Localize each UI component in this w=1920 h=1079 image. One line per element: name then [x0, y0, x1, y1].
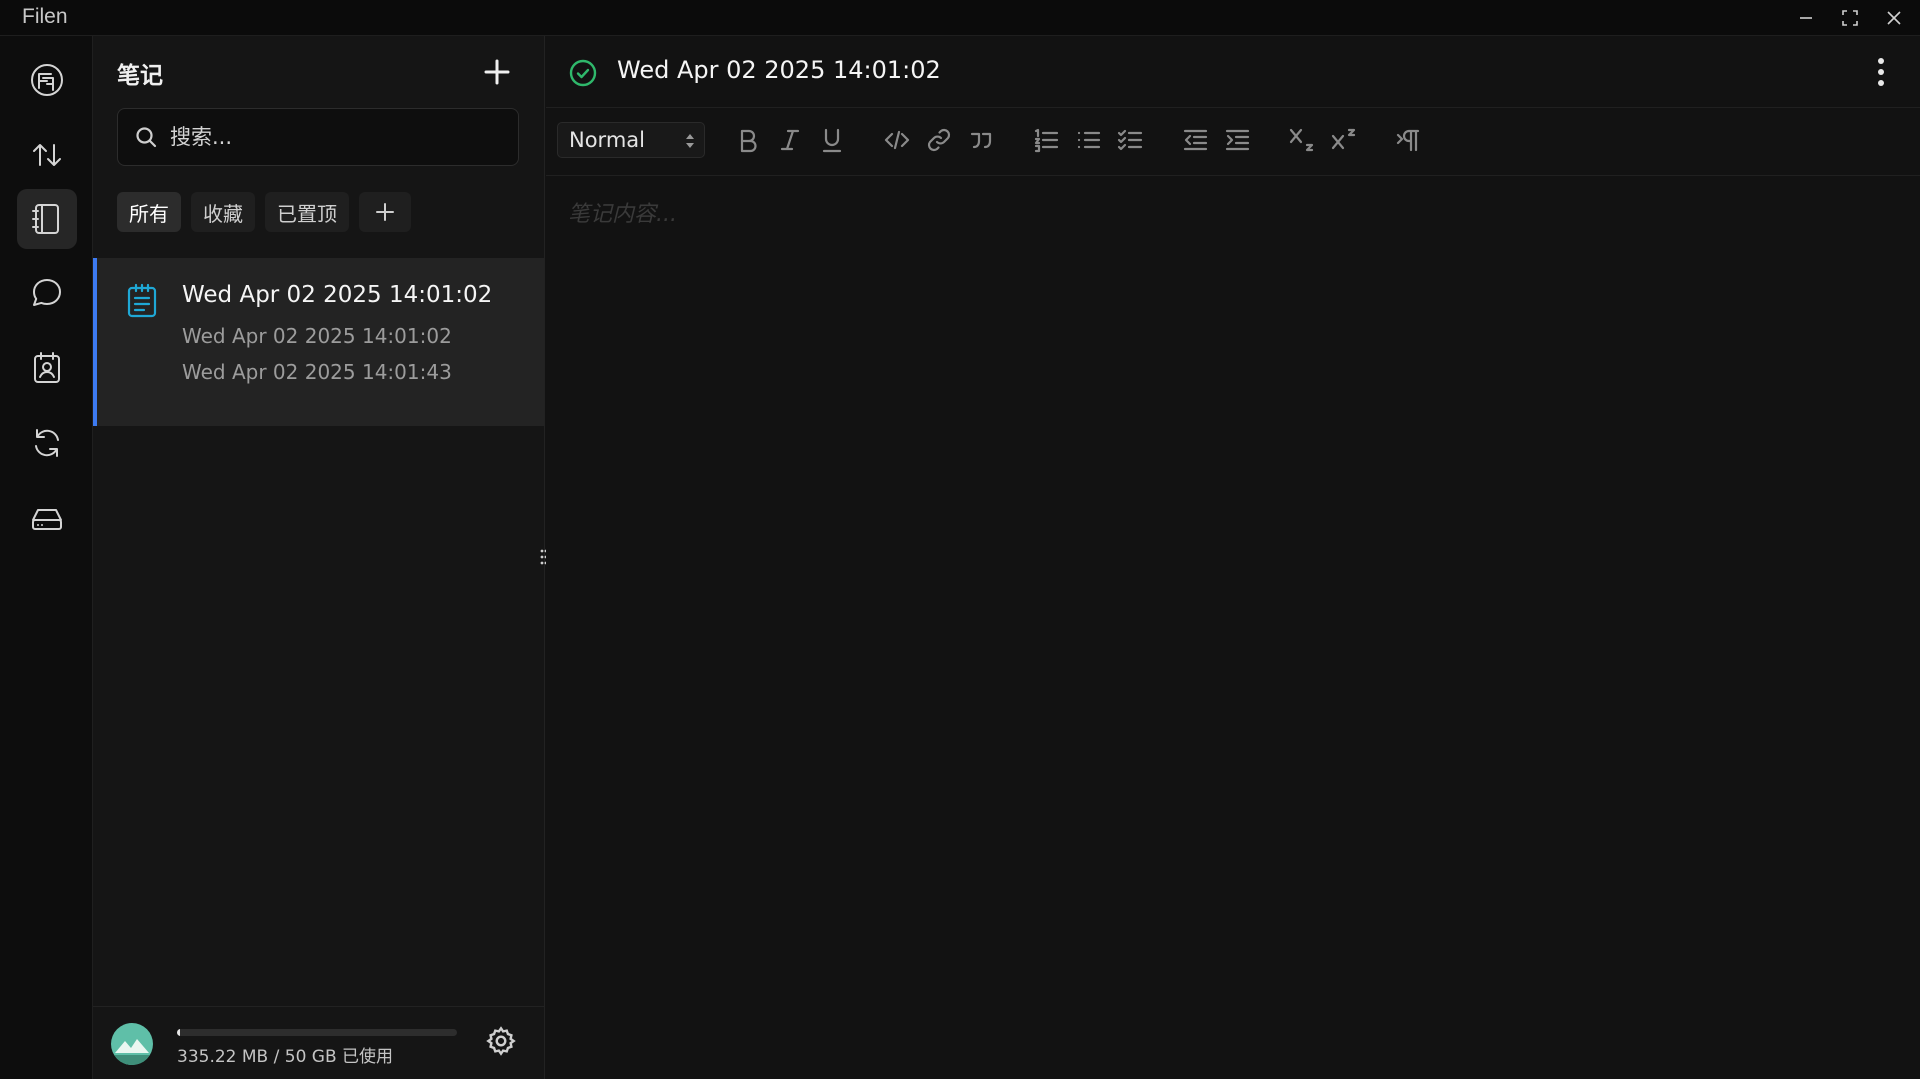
check-circle-icon	[569, 59, 597, 87]
sidebar-item-notes[interactable]	[17, 189, 77, 249]
subscript-icon	[1289, 128, 1314, 152]
notepad-icon	[127, 283, 157, 318]
ordered-list-icon	[1034, 128, 1059, 153]
add-tag-button[interactable]	[359, 192, 411, 232]
superscript-button[interactable]	[1326, 122, 1362, 158]
storage-usage-text: 335.22 MB / 50 GB 已使用	[177, 1047, 394, 1067]
gear-icon	[486, 1026, 516, 1056]
settings-button[interactable]	[485, 1025, 519, 1059]
sidebar-item-contacts[interactable]	[17, 338, 77, 398]
bullet-list-icon	[1077, 131, 1101, 149]
note-title: Wed Apr 02 2025 14:01:02	[182, 282, 493, 308]
refresh-icon	[35, 429, 59, 457]
text-style-select[interactable]: Normal	[557, 122, 705, 158]
note-timestamp: Wed Apr 02 2025 14:01:43	[182, 360, 452, 384]
outdent-button[interactable]	[1177, 122, 1213, 158]
sidebar-item-drives[interactable]	[17, 488, 77, 548]
panel-title: 笔记	[117, 63, 163, 89]
bullet-list-button[interactable]	[1070, 122, 1106, 158]
storage-footer: 335.22 MB / 50 GB 已使用	[93, 1006, 544, 1079]
bold-button[interactable]	[730, 122, 766, 158]
code-button[interactable]	[879, 122, 915, 158]
code-icon	[884, 130, 910, 150]
more-options-button[interactable]	[1864, 54, 1898, 90]
search-input[interactable]	[170, 117, 500, 157]
tag-filter-bar: 所有 收藏 已置顶	[117, 192, 411, 232]
close-button[interactable]	[1880, 6, 1908, 30]
maximize-button[interactable]	[1836, 6, 1864, 30]
outdent-icon	[1183, 129, 1208, 151]
italic-icon	[780, 129, 800, 151]
plus-icon	[376, 203, 394, 221]
indent-icon	[1225, 129, 1250, 151]
sidebar-item-transfers[interactable]	[17, 125, 77, 185]
superscript-icon	[1331, 128, 1356, 150]
avatar[interactable]	[111, 1023, 153, 1065]
tag-favorites[interactable]: 收藏	[191, 192, 255, 232]
tag-all[interactable]: 所有	[117, 192, 181, 232]
search-icon	[136, 127, 157, 148]
chat-bubble-icon	[33, 279, 61, 306]
text-direction-button[interactable]	[1391, 122, 1427, 158]
link-button[interactable]	[921, 122, 957, 158]
note-icon-wrap	[125, 282, 159, 318]
plus-icon	[484, 59, 510, 85]
saved-status	[568, 58, 598, 88]
add-note-button[interactable]	[479, 54, 515, 90]
hard-drive-icon	[32, 509, 62, 530]
subscript-button[interactable]	[1284, 122, 1320, 158]
italic-button[interactable]	[772, 122, 808, 158]
tag-pinned[interactable]: 已置顶	[265, 192, 349, 232]
formatting-toolbar: Normal	[546, 108, 1920, 176]
sidebar-item-logo[interactable]	[17, 50, 77, 110]
note-content-area[interactable]: 笔记内容...	[568, 196, 677, 228]
storage-progress-fill	[177, 1029, 181, 1036]
underline-button[interactable]	[814, 122, 850, 158]
note-editor: Wed Apr 02 2025 14:01:02 Normal 笔记内容...	[546, 36, 1920, 1079]
storage-progress-bar	[177, 1029, 457, 1036]
checklist-button[interactable]	[1112, 122, 1148, 158]
link-icon	[927, 128, 951, 152]
pilcrow-icon	[1396, 129, 1420, 152]
minimize-button[interactable]	[1792, 6, 1820, 30]
close-icon	[1887, 11, 1901, 25]
sidebar	[0, 36, 93, 1079]
note-preview: Wed Apr 02 2025 14:01:02	[182, 324, 452, 348]
select-arrows-icon	[684, 131, 696, 151]
bold-icon	[740, 129, 757, 153]
editor-note-title[interactable]: Wed Apr 02 2025 14:01:02	[617, 56, 941, 84]
mountain-avatar-icon	[111, 1039, 153, 1065]
filen-logo-icon	[31, 64, 63, 96]
app-title: Filen	[22, 5, 68, 28]
sidebar-item-chats[interactable]	[17, 263, 77, 323]
notebook-icon	[32, 204, 59, 234]
maximize-icon	[1842, 10, 1858, 26]
arrows-up-down-icon	[33, 144, 61, 166]
indent-button[interactable]	[1219, 122, 1255, 158]
app-window: Filen 笔记 搜索... 所有 收藏 已置顶 Wed Apr 02 2025…	[0, 0, 1920, 1079]
notes-panel: 笔记 所有 收藏 已置顶 Wed Apr 02	[93, 36, 545, 1079]
blockquote-button[interactable]	[963, 122, 999, 158]
contact-card-icon	[34, 352, 60, 383]
quote-icon	[970, 132, 992, 149]
editor-header: Wed Apr 02 2025 14:01:02	[546, 36, 1920, 108]
text-style-value: Normal	[569, 128, 645, 152]
title-bar: Filen	[0, 0, 1920, 36]
sidebar-item-sync[interactable]	[17, 413, 77, 473]
vertical-dots-icon	[1878, 58, 1884, 86]
underline-icon	[822, 128, 842, 153]
checklist-icon	[1117, 129, 1143, 151]
ordered-list-button[interactable]	[1028, 122, 1064, 158]
minimize-icon	[1800, 17, 1812, 19]
search-box	[117, 108, 519, 166]
note-list-item[interactable]: Wed Apr 02 2025 14:01:02 Wed Apr 02 2025…	[93, 258, 544, 426]
